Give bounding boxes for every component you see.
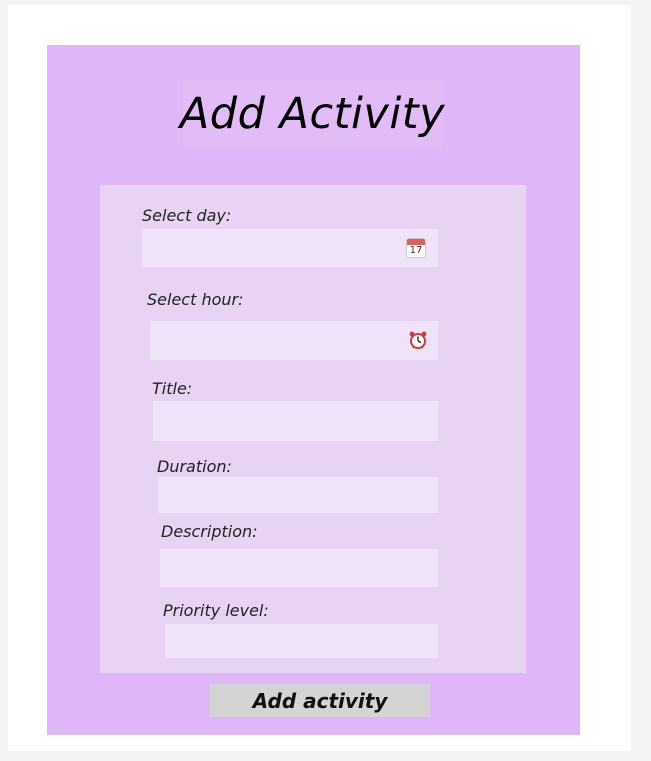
alarm-clock-icon[interactable]	[408, 330, 428, 353]
add-activity-button[interactable]: Add activity	[210, 684, 430, 717]
priority-level-input[interactable]	[165, 624, 438, 658]
duration-label: Duration:	[157, 457, 232, 476]
calendar-icon[interactable]: 17	[407, 239, 425, 257]
select-day-label: Select day:	[142, 206, 232, 225]
title-container: Add Activity	[179, 80, 446, 148]
priority-level-label: Priority level:	[163, 601, 269, 620]
description-label: Description:	[161, 522, 258, 541]
description-input[interactable]	[160, 549, 438, 587]
select-hour-label: Select hour:	[147, 290, 244, 309]
calendar-icon-date: 17	[409, 245, 423, 256]
select-hour-input[interactable]	[150, 321, 438, 360]
page-title: Add Activity	[179, 89, 446, 139]
duration-input[interactable]	[158, 477, 438, 513]
title-label: Title:	[152, 379, 193, 398]
title-input[interactable]	[153, 401, 438, 441]
select-day-input[interactable]	[142, 229, 438, 267]
